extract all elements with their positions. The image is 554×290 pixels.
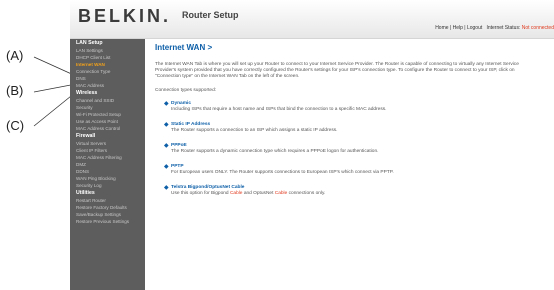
sidebar-item-dhcp-client-list[interactable]: DHCP Client List [70, 54, 145, 61]
sidebar-item-mac-address[interactable]: MAC Address [70, 82, 145, 89]
sidebar-item-mac-address-filtering[interactable]: MAC Address Filtering [70, 154, 145, 161]
sidebar-nav: LAN Setup LAN Settings DHCP Client List Int… [70, 39, 145, 290]
highlight-text: Cable [229, 191, 243, 196]
connection-type-desc: For European users ONLY. The Router supp… [171, 170, 394, 175]
internet-status-label: Internet Status: [486, 25, 521, 31]
sidebar-item-restart-router[interactable]: Restart Router [70, 197, 145, 204]
sidebar-section-wireless: Wireless [76, 90, 98, 96]
connection-type-pptp: ◆ PPTP For European users ONLY. The Rout… [164, 164, 548, 176]
highlight-text: Cable [274, 191, 288, 196]
internet-status-value: Not connected [521, 25, 554, 31]
sidebar-item-use-as-access-point[interactable]: Use as Access Point [70, 118, 145, 125]
sidebar-section-utilities: Utilities [76, 190, 95, 196]
connection-type-desc-part: connections only. [287, 191, 326, 196]
connection-type-cable: ◆ Telstra Bigpond/OptusNet Cable Use thi… [164, 185, 548, 197]
sidebar-item-connection-type[interactable]: Connection Type [70, 68, 145, 75]
sidebar-item-channel-and-ssid[interactable]: Channel and SSID [70, 97, 145, 104]
connection-types-heading: Connection types supported: [155, 88, 217, 93]
sidebar-item-wi-fi-protected-setup[interactable]: Wi-Fi Protected Setup [70, 111, 145, 118]
bullet-icon: ◆ [164, 101, 169, 107]
sidebar-section-firewall: Firewall [76, 133, 96, 139]
sidebar-item-save-backup-settings[interactable]: Save/Backup Settings [70, 211, 145, 218]
connection-type-dynamic: ◆ Dynamic Including ISPs that require a … [164, 101, 548, 113]
sidebar-item-virtual-servers[interactable]: Virtual Servers [70, 140, 145, 147]
nav-links[interactable]: Home | Help | Logout [435, 25, 482, 31]
bullet-icon: ◆ [164, 122, 169, 128]
connection-type-pppoe: ◆ PPPoE The Router supports a dynamic co… [164, 143, 548, 155]
bullet-icon: ◆ [164, 143, 169, 149]
connection-type-desc-part: and OptusNet [242, 191, 275, 196]
sidebar-item-dmz[interactable]: DMZ [70, 161, 145, 168]
top-links: Home | Help | Logout Internet Status: No… [435, 25, 554, 31]
header-title: Router Setup [182, 10, 239, 20]
sidebar-item-security-log[interactable]: Security Log [70, 182, 145, 189]
sidebar-item-dns[interactable]: DNS [70, 75, 145, 82]
sidebar-item-internet-wan[interactable]: Internet WAN [70, 61, 145, 68]
page-title: Internet WAN > [155, 43, 213, 52]
sidebar-item-restore-factory-defaults[interactable]: Restore Factory Defaults [70, 204, 145, 211]
sidebar-item-client-ip-filters[interactable]: Client IP Filters [70, 147, 145, 154]
header-bar: BELKIN. Router Setup Home | Help | Logou… [70, 0, 554, 39]
intro-paragraph: The Internet WAN Tab is where you will s… [155, 62, 519, 79]
sidebar-item-lan-settings[interactable]: LAN Settings [70, 47, 145, 54]
belkin-logo: BELKIN. [78, 6, 171, 26]
connection-type-static: ◆ Static IP Address The Router supports … [164, 122, 548, 134]
connection-type-desc: Including ISPs that require a host name … [171, 107, 387, 112]
sidebar-item-mac-address-control[interactable]: MAC Address Control [70, 125, 145, 132]
sidebar-item-wan-ping-blocking[interactable]: WAN Ping Blocking [70, 175, 145, 182]
bullet-icon: ◆ [164, 185, 169, 191]
sidebar-item-restore-previous-settings[interactable]: Restore Previous Settings [70, 218, 145, 225]
bullet-icon: ◆ [164, 164, 169, 170]
connection-type-desc: The Router supports a connection to an I… [171, 128, 338, 133]
connection-type-desc-part: Use this option for Bigpond [171, 191, 230, 196]
sidebar-item-security[interactable]: Security [70, 104, 145, 111]
connection-type-desc: The Router supports a dynamic connection… [171, 149, 379, 154]
router-ui-screenshot: BELKIN. Router Setup Home | Help | Logou… [70, 0, 554, 290]
main-content: Internet WAN > The Internet WAN Tab is w… [153, 43, 548, 288]
sidebar-item-ddns[interactable]: DDNS [70, 168, 145, 175]
sidebar-section-lan-setup: LAN Setup [76, 40, 103, 46]
